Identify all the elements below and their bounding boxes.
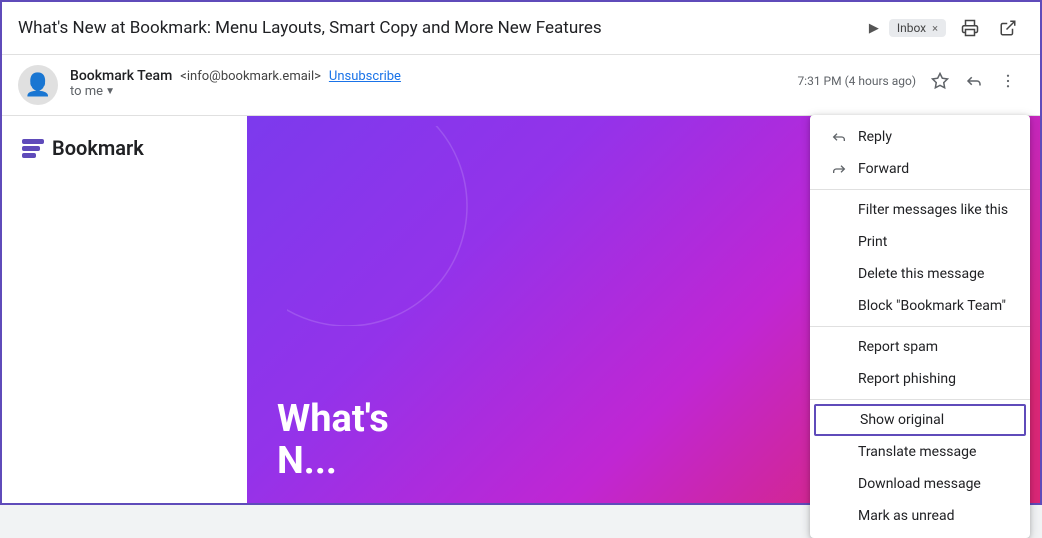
bookmark-logo-text: Bookmark	[52, 136, 144, 160]
inbox-close-button[interactable]: ×	[932, 22, 938, 35]
open-new-window-button[interactable]	[992, 12, 1024, 44]
label-arrow-icon: ▶	[869, 21, 879, 36]
to-me-chevron-icon: ▼	[105, 86, 115, 97]
menu-divider-3	[810, 399, 1030, 400]
bookmark-logo-line-3	[22, 153, 36, 158]
unsubscribe-link[interactable]: Unsubscribe	[329, 69, 401, 84]
context-menu: Reply Forward Filter messages like this	[810, 115, 1030, 538]
sender-name: Bookmark Team	[70, 68, 172, 84]
sender-meta-right: 7:31 PM (4 hours ago)	[797, 65, 1024, 97]
email-white-area: Bookmark	[2, 116, 247, 503]
forward-menu-icon	[830, 161, 848, 177]
bookmark-logo-line-1	[22, 139, 44, 144]
email-container: What's New at Bookmark: Menu Layouts, Sm…	[0, 0, 1042, 505]
menu-label-report-spam: Report spam	[858, 339, 938, 355]
menu-item-show-original[interactable]: Show original	[814, 404, 1026, 436]
sender-email: <info@bookmark.email>	[180, 69, 321, 84]
avatar-icon: 👤	[24, 73, 51, 98]
menu-item-filter[interactable]: Filter messages like this	[810, 194, 1030, 226]
menu-item-translate[interactable]: Translate message	[810, 436, 1030, 468]
menu-item-delete[interactable]: Delete this message	[810, 258, 1030, 290]
bookmark-logo-line-2	[22, 146, 40, 151]
star-button[interactable]	[924, 65, 956, 97]
menu-divider-2	[810, 326, 1030, 327]
menu-item-report-phishing[interactable]: Report phishing	[810, 363, 1030, 395]
menu-item-print[interactable]: Print	[810, 226, 1030, 258]
bookmark-logo-icon	[22, 139, 44, 158]
menu-label-show-original: Show original	[860, 412, 944, 428]
menu-item-report-spam[interactable]: Report spam	[810, 331, 1030, 363]
inbox-label: Inbox	[897, 21, 926, 35]
menu-label-mark-unread: Mark as unread	[858, 508, 954, 524]
action-buttons	[924, 65, 1024, 97]
menu-label-delete: Delete this message	[858, 266, 984, 282]
menu-label-block: Block "Bookmark Team"	[858, 298, 1006, 314]
bookmark-logo: Bookmark	[22, 136, 144, 160]
menu-item-block[interactable]: Block "Bookmark Team"	[810, 290, 1030, 322]
menu-item-reply[interactable]: Reply	[810, 121, 1030, 153]
menu-item-download[interactable]: Download message	[810, 468, 1030, 500]
inbox-tag[interactable]: Inbox ×	[889, 19, 946, 37]
menu-label-filter: Filter messages like this	[858, 202, 1008, 218]
more-options-button[interactable]	[992, 65, 1024, 97]
menu-divider-1	[810, 189, 1030, 190]
email-timestamp: 7:31 PM (4 hours ago)	[797, 74, 916, 88]
menu-item-forward[interactable]: Forward	[810, 153, 1030, 185]
menu-label-translate: Translate message	[858, 444, 976, 460]
to-me-label[interactable]: to me ▼	[70, 84, 785, 99]
menu-label-reply: Reply	[858, 129, 892, 145]
reply-button[interactable]	[958, 65, 990, 97]
menu-label-print: Print	[858, 234, 887, 250]
sender-info: Bookmark Team <info@bookmark.email> Unsu…	[70, 65, 785, 99]
email-subject: What's New at Bookmark: Menu Layouts, Sm…	[18, 18, 861, 38]
avatar: 👤	[18, 65, 58, 105]
sender-row: 👤 Bookmark Team <info@bookmark.email> Un…	[2, 55, 1040, 116]
print-button[interactable]	[954, 12, 986, 44]
menu-label-forward: Forward	[858, 161, 909, 177]
banner-headline: What's N...	[277, 399, 389, 483]
subject-bar: What's New at Bookmark: Menu Layouts, Sm…	[2, 2, 1040, 55]
banner-arc-svg	[287, 126, 587, 326]
menu-label-report-phishing: Report phishing	[858, 371, 956, 387]
reply-menu-icon	[830, 129, 848, 145]
menu-label-download: Download message	[858, 476, 981, 492]
sender-name-line: Bookmark Team <info@bookmark.email> Unsu…	[70, 65, 785, 84]
header-icons	[954, 12, 1024, 44]
